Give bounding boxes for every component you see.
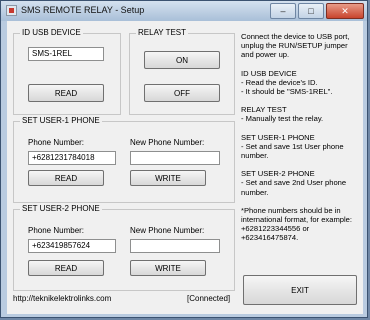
device-id-field[interactable]: SMS-1REL — [28, 47, 104, 61]
relay-test-group: RELAY TEST ON OFF — [129, 28, 235, 115]
help-relay-title: RELAY TEST — [241, 105, 287, 115]
user2-new-phone-input[interactable] — [130, 239, 220, 253]
user1-phone-field[interactable]: +6281231784018 — [28, 151, 116, 165]
website-link[interactable]: http://teknikelektrolinks.com — [13, 294, 111, 303]
help-relay-line1: - Manually test the relay. — [241, 114, 324, 124]
help-relay: RELAY TEST - Manually test the relay. — [241, 105, 361, 123]
app-window: SMS REMOTE RELAY - Setup – □ ✕ ID USB DE… — [0, 0, 368, 318]
client-area: ID USB DEVICE SMS-1REL READ RELAY TEST O… — [7, 21, 363, 314]
user1-read-button[interactable]: READ — [28, 170, 104, 186]
relay-on-button[interactable]: ON — [144, 51, 220, 69]
help-user2-title: SET USER-2 PHONE — [241, 169, 315, 179]
maximize-button[interactable]: □ — [298, 3, 324, 19]
help-panel: Connect the device to USB port, unplug t… — [241, 32, 361, 252]
help-user1: SET USER-1 PHONE - Set and save 1st User… — [241, 133, 361, 161]
help-note: *Phone numbers should be in internationa… — [241, 205, 353, 243]
user1-new-phone-input[interactable] — [130, 151, 220, 165]
help-id-usb-title: ID USB DEVICE — [241, 68, 297, 78]
user1-new-phone-label: New Phone Number: — [130, 138, 205, 147]
user1-write-button[interactable]: WRITE — [130, 170, 206, 186]
user2-new-phone-label: New Phone Number: — [130, 226, 205, 235]
close-button[interactable]: ✕ — [326, 3, 364, 19]
help-user2: SET USER-2 PHONE - Set and save 2nd User… — [241, 169, 361, 197]
app-icon — [6, 5, 17, 16]
relay-off-button[interactable]: OFF — [144, 84, 220, 102]
user1-phone-label: Phone Number: — [28, 138, 85, 147]
user2-phone-field[interactable]: +623419857624 — [28, 239, 116, 253]
user2-group-title: SET USER-2 PHONE — [20, 204, 102, 213]
id-usb-group-title: ID USB DEVICE — [20, 28, 83, 37]
help-id-usb-line1: - Read the device's ID. — [241, 77, 318, 87]
user2-group: SET USER-2 PHONE Phone Number: +62341985… — [13, 204, 235, 291]
user1-group: SET USER-1 PHONE Phone Number: +62812317… — [13, 116, 235, 203]
minimize-button[interactable]: – — [270, 3, 296, 19]
help-user1-title: SET USER-1 PHONE — [241, 132, 315, 142]
user2-read-button[interactable]: READ — [28, 260, 104, 276]
window-title: SMS REMOTE RELAY - Setup — [21, 5, 145, 15]
relay-test-group-title: RELAY TEST — [136, 28, 189, 37]
user2-phone-label: Phone Number: — [28, 226, 85, 235]
connection-status: [Connected] — [187, 294, 231, 303]
help-intro: Connect the device to USB port, unplug t… — [241, 32, 350, 60]
help-id-usb-line2: - It should be "SMS-1REL". — [241, 87, 333, 97]
help-user1-line1: - Set and save 1st User phone number. — [241, 141, 344, 161]
caption-buttons: – □ ✕ — [270, 3, 364, 19]
id-usb-group: ID USB DEVICE SMS-1REL READ — [13, 28, 121, 115]
help-user2-line1: - Set and save 2nd User phone number. — [241, 178, 347, 197]
read-id-button[interactable]: READ — [28, 84, 104, 102]
user1-group-title: SET USER-1 PHONE — [20, 116, 102, 125]
title-bar[interactable]: SMS REMOTE RELAY - Setup – □ ✕ — [1, 1, 367, 21]
exit-button[interactable]: EXIT — [243, 275, 357, 305]
user2-write-button[interactable]: WRITE — [130, 260, 206, 276]
help-id-usb: ID USB DEVICE - Read the device's ID. - … — [241, 69, 361, 97]
